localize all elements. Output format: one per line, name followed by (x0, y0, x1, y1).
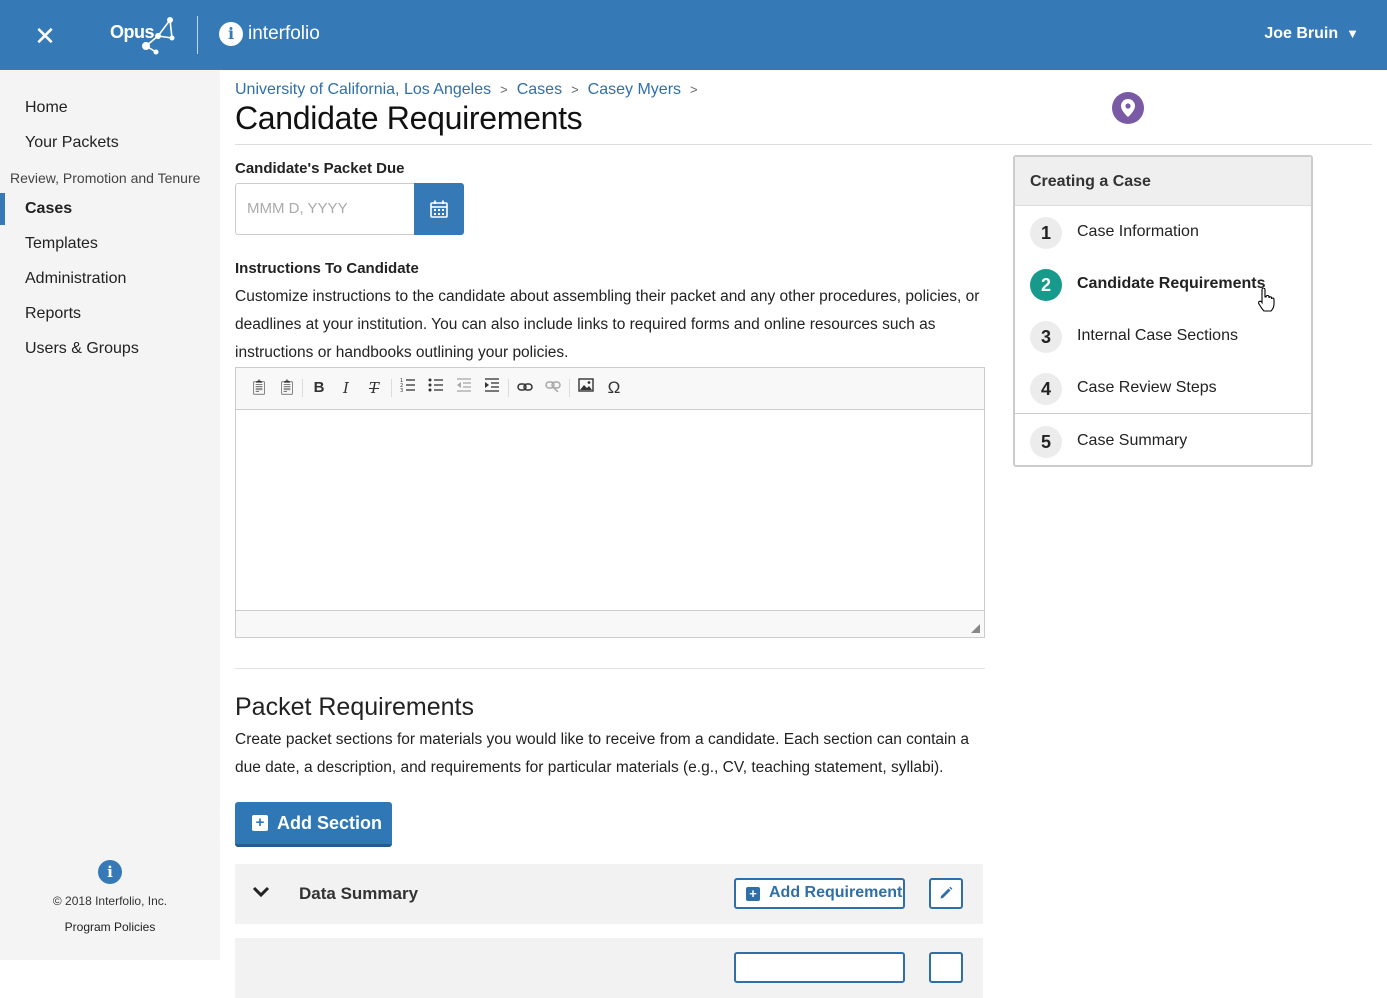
calendar-button[interactable] (414, 183, 464, 235)
top-bar: ✕ Opus i interfolio Joe Bruin ▼ (0, 0, 1387, 70)
active-indicator (0, 193, 5, 225)
rich-text-editor: 📋︎ 📋︎ B I T 123 Ω (235, 367, 985, 638)
editor-toolbar: 📋︎ 📋︎ B I T 123 Ω (236, 368, 984, 410)
increase-indent-icon[interactable] (482, 378, 502, 398)
toolbar-divider (508, 379, 509, 397)
steps-divider (1015, 413, 1311, 414)
title-divider (235, 144, 1372, 145)
step-label: Case Review Steps (1077, 379, 1217, 396)
italic-icon[interactable]: I (336, 378, 356, 398)
resize-handle-icon[interactable] (971, 624, 980, 633)
link-icon[interactable] (515, 378, 535, 398)
add-requirement-button[interactable]: + Add Requirement (734, 878, 905, 909)
step-case-information[interactable]: 1 Case Information (1015, 207, 1311, 259)
step-label: Case Information (1077, 223, 1199, 240)
calendar-icon (430, 200, 448, 218)
unlink-icon[interactable] (543, 378, 563, 398)
copyright-text: © 2018 Interfolio, Inc. (52, 894, 168, 908)
packet-due-label: Candidate's Packet Due (235, 160, 405, 177)
chevron-down-icon: ▼ (1346, 26, 1359, 41)
packet-section-row: Data Summary + Add Requirement (235, 864, 983, 924)
editor-statusbar (236, 610, 984, 637)
step-number: 4 (1030, 373, 1062, 405)
breadcrumb: University of California, Los Angeles > Ca… (235, 81, 707, 99)
sidebar-item-your-packets[interactable]: Your Packets (25, 134, 119, 152)
plus-square-icon: + (252, 815, 268, 831)
step-number: 5 (1030, 426, 1062, 458)
user-name: Joe Bruin (1264, 25, 1339, 42)
edit-section-button[interactable] (929, 878, 963, 909)
pencil-icon (940, 886, 953, 899)
bulleted-list-icon[interactable] (426, 378, 446, 398)
packet-due-date-input[interactable]: MMM D, YYYY (235, 183, 415, 235)
interfolio-info-icon: i (219, 22, 243, 46)
instructions-editor-input[interactable] (236, 410, 984, 610)
sidebar-item-cases[interactable]: Cases (25, 200, 72, 218)
page-title: Candidate Requirements (235, 100, 583, 136)
step-number: 3 (1030, 321, 1062, 353)
opus-network-icon (142, 17, 175, 55)
step-case-summary[interactable]: 5 Case Summary (1015, 416, 1311, 468)
svg-text:3: 3 (400, 388, 403, 392)
user-menu[interactable]: Joe Bruin ▼ (1264, 25, 1359, 43)
plus-square-icon: + (746, 887, 760, 901)
sidebar-item-home[interactable]: Home (25, 99, 68, 117)
breadcrumb-candidate[interactable]: Casey Myers (588, 81, 681, 98)
paste-icon[interactable]: 📋︎ (249, 378, 269, 398)
chevron-right-icon: > (571, 82, 579, 97)
step-internal-case-sections[interactable]: 3 Internal Case Sections (1015, 311, 1311, 363)
packet-section-row (235, 938, 983, 998)
instructions-help-text: Customize instructions to the candidate … (235, 288, 980, 361)
decrease-indent-icon[interactable] (454, 378, 474, 398)
close-icon[interactable]: ✕ (33, 23, 57, 49)
numbered-list-icon[interactable]: 123 (398, 378, 418, 398)
program-policies-link[interactable]: Program Policies (0, 920, 220, 934)
remove-format-icon[interactable]: T (364, 378, 384, 398)
chevron-right-icon: > (500, 82, 508, 97)
sidebar-item-users-groups[interactable]: Users & Groups (25, 340, 139, 358)
instructions-label: Instructions To Candidate (235, 260, 419, 277)
bold-icon[interactable]: B (309, 378, 329, 398)
toolbar-divider (569, 379, 570, 397)
sidebar: Home Your Packets Review, Promotion and … (0, 70, 220, 960)
packet-requirements-title: Packet Requirements (235, 693, 475, 721)
step-label: Candidate Requirements (1077, 275, 1266, 292)
packet-requirements-description: Create packet sections for materials you… (235, 731, 970, 776)
add-requirement-label: Add Requirement (769, 884, 903, 901)
paste-from-word-icon[interactable]: 📋︎ (277, 378, 297, 398)
breadcrumb-university[interactable]: University of California, Los Angeles (235, 81, 491, 98)
step-number: 1 (1030, 217, 1062, 249)
sidebar-item-reports[interactable]: Reports (25, 305, 81, 323)
section-name: Data Summary (299, 884, 419, 903)
sidebar-group-label: Review, Promotion and Tenure (10, 170, 201, 186)
toolbar-divider (391, 379, 392, 397)
hand-cursor-icon (1258, 288, 1275, 312)
steps-panel-title: Creating a Case (1030, 173, 1151, 190)
edit-section-button[interactable] (929, 952, 963, 983)
info-icon[interactable]: i (98, 860, 122, 884)
toolbar-divider (302, 379, 303, 397)
steps-panel-header: Creating a Case (1015, 157, 1311, 206)
step-case-review-steps[interactable]: 4 Case Review Steps (1015, 363, 1311, 415)
special-character-icon[interactable]: Ω (604, 378, 624, 398)
add-section-label: Add Section (277, 813, 383, 833)
step-number: 2 (1030, 269, 1062, 301)
sidebar-item-administration[interactable]: Administration (25, 270, 126, 288)
header-divider (197, 16, 198, 54)
add-section-button[interactable]: + Add Section (235, 802, 392, 847)
interfolio-logo-text: interfolio (248, 23, 320, 44)
step-label: Case Summary (1077, 432, 1188, 449)
chevron-right-icon: > (690, 82, 698, 97)
image-icon[interactable] (576, 378, 596, 398)
chevron-down-icon[interactable] (252, 885, 270, 903)
add-requirement-button[interactable] (734, 952, 905, 983)
sidebar-item-templates[interactable]: Templates (25, 235, 98, 253)
section-divider (235, 668, 985, 669)
location-pin-icon[interactable] (1112, 92, 1144, 124)
step-label: Internal Case Sections (1077, 327, 1238, 344)
breadcrumb-cases[interactable]: Cases (517, 81, 562, 98)
